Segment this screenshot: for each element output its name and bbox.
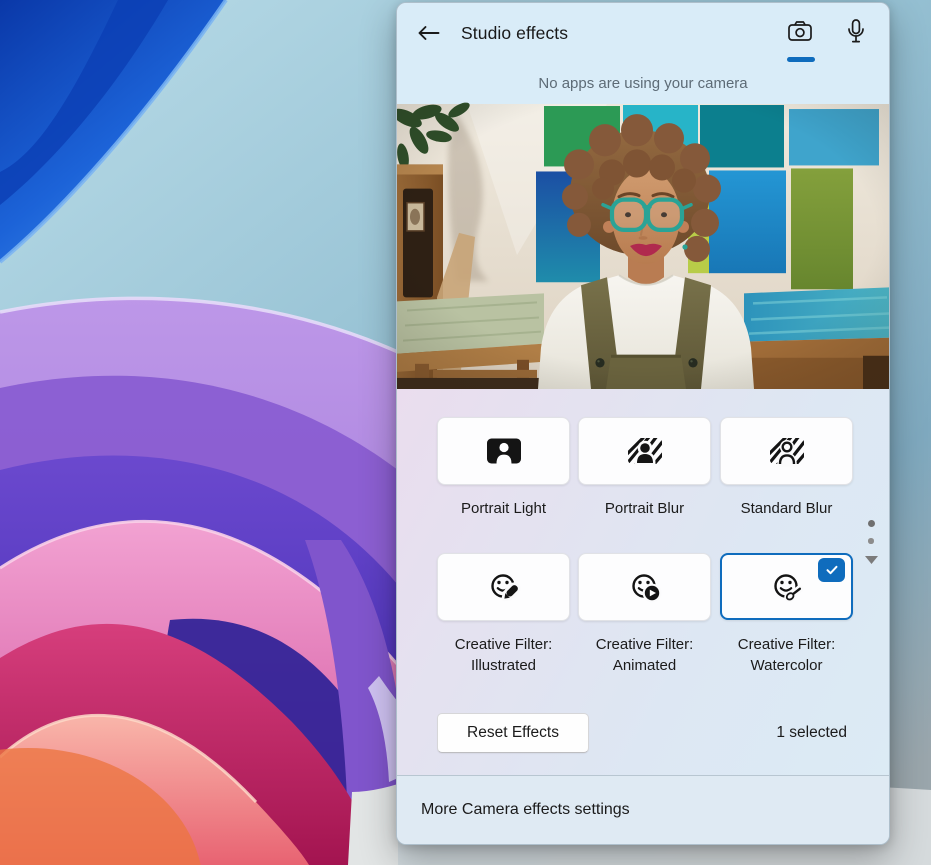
creative-filter-watercolor-icon xyxy=(764,564,810,610)
effect-tile-label: Creative Filter: Illustrated xyxy=(433,635,574,676)
selected-count: 1 selected xyxy=(776,713,847,753)
reset-effects-button[interactable]: Reset Effects xyxy=(437,713,589,753)
portrait-light-icon xyxy=(482,429,526,473)
effect-tile-creative-filter-illustrated[interactable] xyxy=(437,553,570,621)
more-settings-link[interactable]: More Camera effects settings xyxy=(397,775,889,844)
pager-dot-current xyxy=(868,520,875,527)
tab-camera[interactable] xyxy=(777,11,823,53)
effect-tile-label: Standard Blur xyxy=(716,499,857,520)
pager-dot xyxy=(868,538,874,544)
effect-tile-label: Creative Filter: Animated xyxy=(574,635,715,676)
microphone-icon xyxy=(841,17,871,47)
checkmark-icon xyxy=(824,563,840,577)
effect-tile-creative-filter-watercolor[interactable] xyxy=(720,553,853,620)
studio-effects-flyout: Studio effects No apps are using your ca… xyxy=(396,2,890,845)
creative-filter-animated-icon xyxy=(622,564,668,610)
effect-tile-label: Portrait Blur xyxy=(574,499,715,520)
camera-preview xyxy=(397,104,890,389)
flyout-header: Studio effects No apps are using your ca… xyxy=(397,3,889,104)
effect-tile-label: Creative Filter: Watercolor xyxy=(716,635,857,676)
more-settings-label: More Camera effects settings xyxy=(421,801,630,819)
back-button[interactable] xyxy=(409,14,449,52)
carousel-pager xyxy=(864,520,878,564)
page-title: Studio effects xyxy=(461,23,568,44)
tab-microphone[interactable] xyxy=(833,11,879,53)
creative-filter-illustrated-icon xyxy=(481,564,527,610)
effects-section: Portrait Light Portrait Blur Standard Bl… xyxy=(397,389,890,777)
camera-icon xyxy=(785,17,815,47)
back-arrow-icon xyxy=(417,21,441,45)
effect-tile-label: Portrait Light xyxy=(433,499,574,520)
portrait-blur-icon xyxy=(623,429,667,473)
selected-checkbox xyxy=(818,558,845,582)
effect-tile-standard-blur[interactable] xyxy=(720,417,853,485)
selected-tab-indicator xyxy=(787,57,815,62)
camera-status-text: No apps are using your camera xyxy=(397,75,889,92)
standard-blur-icon xyxy=(765,429,809,473)
effect-tile-portrait-light[interactable] xyxy=(437,417,570,485)
effect-tile-portrait-blur[interactable] xyxy=(578,417,711,485)
effect-tile-creative-filter-animated[interactable] xyxy=(578,553,711,621)
chevron-down-icon[interactable] xyxy=(865,556,878,564)
